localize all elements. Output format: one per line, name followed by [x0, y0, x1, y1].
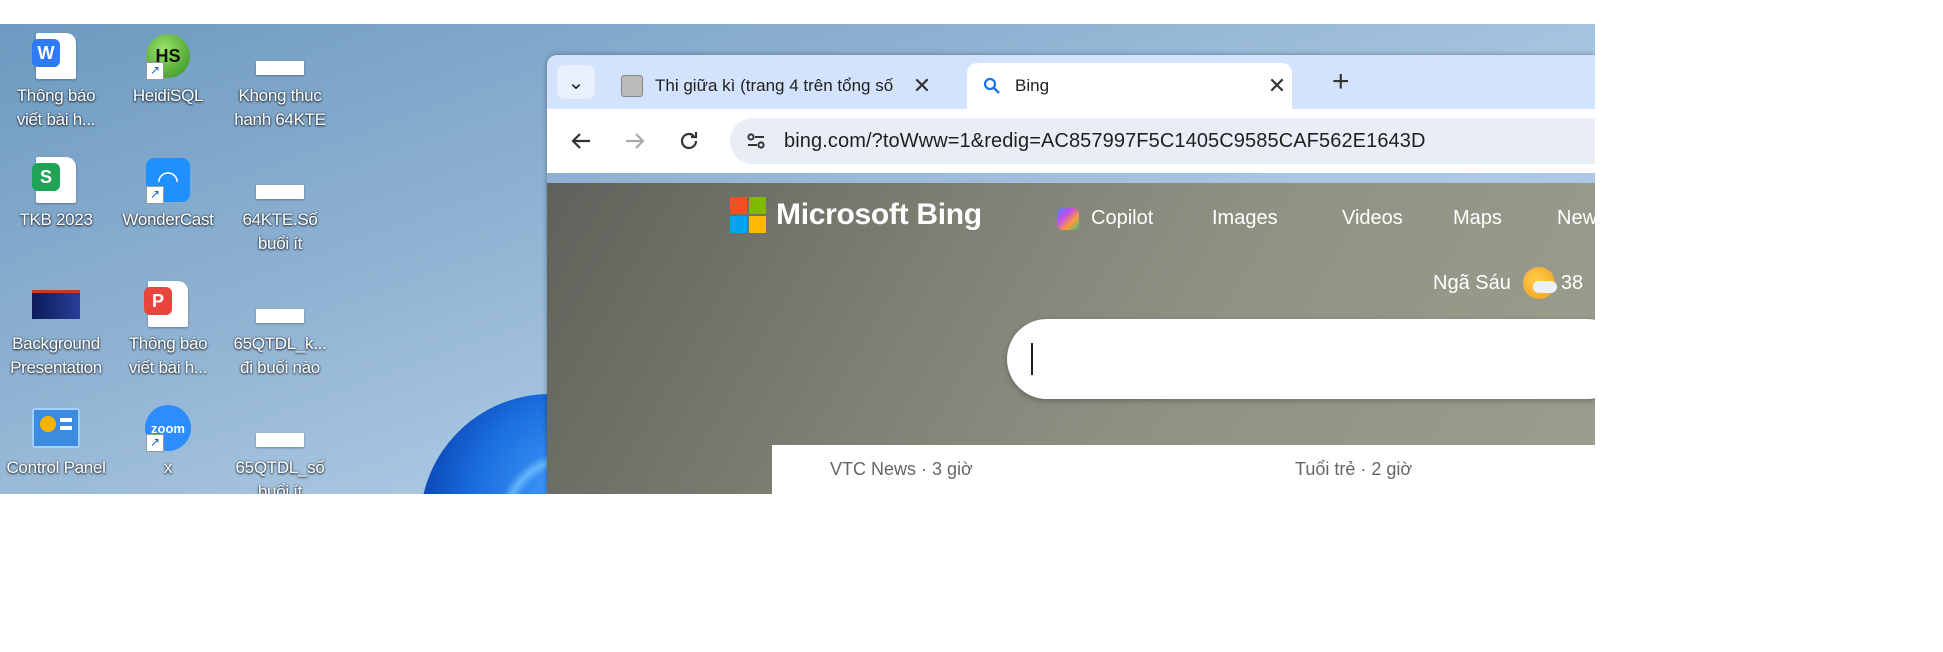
desktop-icon-zoom[interactable]: zoom ↗ x — [112, 404, 224, 480]
close-tab-icon[interactable]: ✕ — [907, 73, 937, 99]
page-favicon-icon — [621, 75, 643, 97]
nav-label: Videos — [1342, 207, 1403, 229]
shortcut-arrow-icon: ↗ — [146, 434, 164, 452]
spreadsheet-thumbnail-icon — [256, 280, 304, 328]
wps-writer-doc-icon: W — [32, 32, 80, 80]
bing-nav-images[interactable]: Images — [1212, 207, 1278, 230]
forward-button[interactable] — [617, 123, 653, 159]
desktop-icon-thong-bao-ppt[interactable]: P Thông báo viết bài h... — [112, 280, 224, 380]
desktop-icon-label: HeidiSQL — [132, 86, 204, 105]
chevron-down-icon: ⌄ — [567, 71, 585, 94]
news-source-1[interactable]: VTC News · 3 giờ — [830, 459, 973, 480]
desktop-icon-control-panel[interactable]: Control Panel — [0, 404, 112, 480]
news-source-2[interactable]: Tuổi trẻ · 2 giờ — [1295, 459, 1412, 480]
browser-toolbar: bing.com/?toWww=1&redig=AC857997F5C1405C… — [547, 109, 1595, 173]
new-tab-button[interactable]: + — [1332, 65, 1350, 99]
tab-title: Thi giữa kì (trang 4 trên tổng số — [655, 76, 894, 95]
reload-button[interactable] — [671, 123, 707, 159]
bing-page: Microsoft Bing Copilot Images Videos Map… — [547, 183, 1595, 494]
nav-label: News — [1557, 207, 1595, 229]
nav-label: Images — [1212, 207, 1278, 229]
desktop-icon-thong-bao-doc[interactable]: W Thông báo viết bài h... — [0, 32, 112, 132]
url-text: bing.com/?toWww=1&redig=AC857997F5C1405C… — [784, 129, 1426, 152]
reload-icon — [680, 132, 698, 150]
desktop-icon-label: TKB 2023 — [19, 210, 93, 229]
desktop-icon-label: 65QTDL_số buổi ít — [235, 458, 325, 494]
weather-widget[interactable]: Ngã Sáu 38 — [1433, 267, 1583, 299]
plus-icon: + — [1332, 65, 1350, 98]
shortcut-arrow-icon: ↗ — [146, 62, 164, 80]
tab-title: Bing — [1015, 76, 1050, 95]
arrow-right-icon — [626, 133, 645, 149]
desktop-icon-label: Khong thuc hanh 64KTE — [234, 86, 326, 129]
browser-window: ⌄ Thi giữa kì (trang 4 trên tổng số ✕ Bi… — [547, 55, 1595, 494]
control-panel-icon — [32, 404, 80, 452]
desktop: W Thông báo viết bài h... S TKB 2023 Bac… — [0, 24, 1595, 494]
shortcut-arrow-icon: ↗ — [146, 186, 164, 204]
bing-logo[interactable]: Microsoft Bing — [730, 197, 982, 233]
desktop-icon-heidisql[interactable]: HS ↗ HeidiSQL — [112, 32, 224, 108]
desktop-icon-khong-thuc-hanh[interactable]: Khong thuc hanh 64KTE — [224, 32, 336, 132]
heidisql-icon: HS ↗ — [144, 32, 192, 80]
spreadsheet-thumbnail-icon — [256, 156, 304, 204]
nav-label: Maps — [1453, 207, 1502, 229]
close-tab-icon[interactable]: ✕ — [1262, 73, 1292, 99]
spreadsheet-thumbnail-icon — [256, 32, 304, 80]
desktop-icon-tkb-2023[interactable]: S TKB 2023 — [0, 156, 112, 232]
presentation-thumbnail-icon — [32, 280, 80, 328]
location-label: Ngã Sáu — [1433, 271, 1511, 294]
bing-search-input[interactable] — [1007, 319, 1595, 399]
arrow-left-icon — [571, 133, 590, 149]
desktop-icon-65qtdl-k[interactable]: 65QTDL_k... đi buổi nào — [224, 280, 336, 380]
wps-spreadsheet-doc-icon: S — [32, 156, 80, 204]
bing-nav-videos[interactable]: Videos — [1342, 207, 1403, 230]
tab-strip: ⌄ Thi giữa kì (trang 4 trên tổng số ✕ Bi… — [547, 55, 1595, 109]
desktop-icon-label: x — [163, 458, 173, 477]
search-icon — [981, 75, 1003, 97]
news-strip: VTC News · 3 giờ Tuổi trẻ · 2 giờ — [772, 445, 1595, 494]
zoom-icon: zoom ↗ — [144, 404, 192, 452]
site-info-icon[interactable] — [734, 119, 778, 163]
desktop-icon-label: Background Presentation — [10, 334, 102, 377]
desktop-icon-label: 64KTE.Số buổi ít — [242, 210, 318, 253]
bing-nav-news[interactable]: News — [1557, 207, 1595, 230]
weather-partly-sunny-icon — [1522, 267, 1557, 299]
tab-search-button[interactable]: ⌄ — [557, 65, 595, 99]
bing-logo-text: Microsoft Bing — [776, 198, 982, 231]
tab-bing[interactable]: Bing ✕ — [967, 63, 1292, 109]
desktop-icon-64kte-so-buoi[interactable]: 64KTE.Số buổi ít — [224, 156, 336, 256]
copilot-icon — [1057, 207, 1079, 230]
desktop-icon-wondercast[interactable]: ◠ ↗ WonderCast — [112, 156, 224, 232]
back-button[interactable] — [563, 123, 599, 159]
spreadsheet-thumbnail-icon — [256, 404, 304, 452]
desktop-icon-background-presentation[interactable]: Background Presentation — [0, 280, 112, 380]
desktop-icon-65qtdl-so-buoi[interactable]: 65QTDL_số buổi ít — [224, 404, 336, 494]
tab-thi-giua-ki[interactable]: Thi giữa kì (trang 4 trên tổng số ✕ — [607, 63, 937, 109]
desktop-icon-label: Control Panel — [6, 458, 106, 477]
text-caret — [1031, 343, 1033, 375]
desktop-icon-label: Thông báo viết bài h... — [16, 86, 96, 129]
desktop-icon-label: Thông báo viết bài h... — [128, 334, 208, 377]
wps-presentation-doc-icon: P — [144, 280, 192, 328]
nav-label: Copilot — [1091, 207, 1154, 229]
address-bar[interactable]: bing.com/?toWww=1&redig=AC857997F5C1405C… — [730, 118, 1595, 164]
wondercast-icon: ◠ ↗ — [144, 156, 192, 204]
desktop-icon-label: WonderCast — [122, 210, 214, 229]
desktop-icon-label: 65QTDL_k... đi buổi nào — [233, 334, 327, 377]
bing-nav-copilot[interactable]: Copilot — [1057, 207, 1153, 230]
temperature-value: 38 — [1560, 271, 1584, 294]
bing-nav-maps[interactable]: Maps — [1453, 207, 1502, 230]
microsoft-logo-icon — [730, 197, 766, 233]
